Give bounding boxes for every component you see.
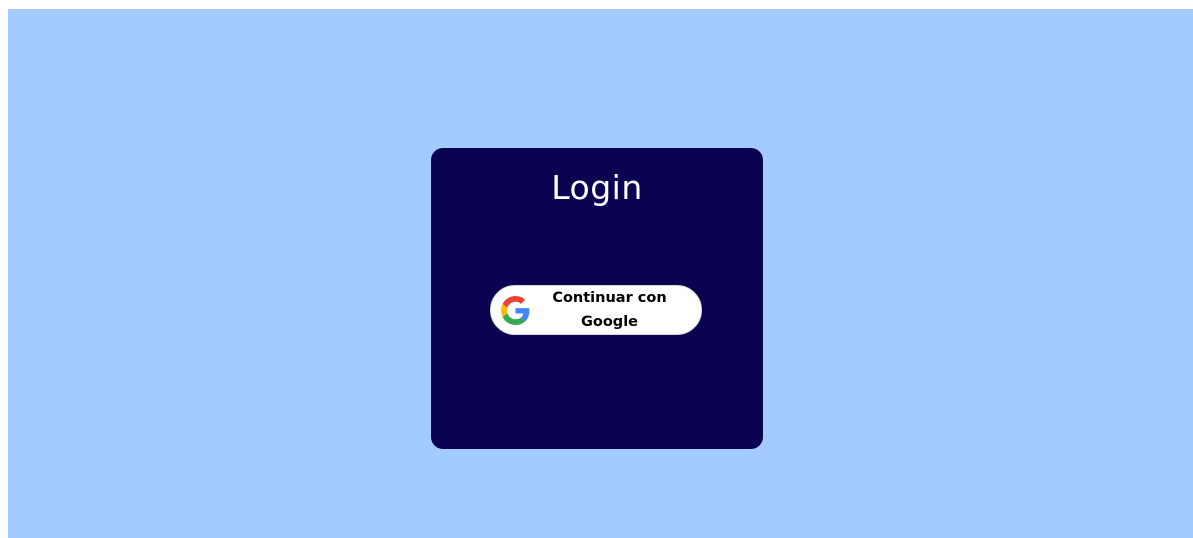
page-background: Login Continuar con Google <box>8 9 1193 538</box>
continue-with-google-button[interactable]: Continuar con Google <box>490 285 702 335</box>
page-title: Login <box>551 168 643 207</box>
google-icon <box>501 295 530 325</box>
login-card: Login Continuar con Google <box>431 148 763 449</box>
continue-with-google-label: Continuar con Google <box>552 290 667 330</box>
